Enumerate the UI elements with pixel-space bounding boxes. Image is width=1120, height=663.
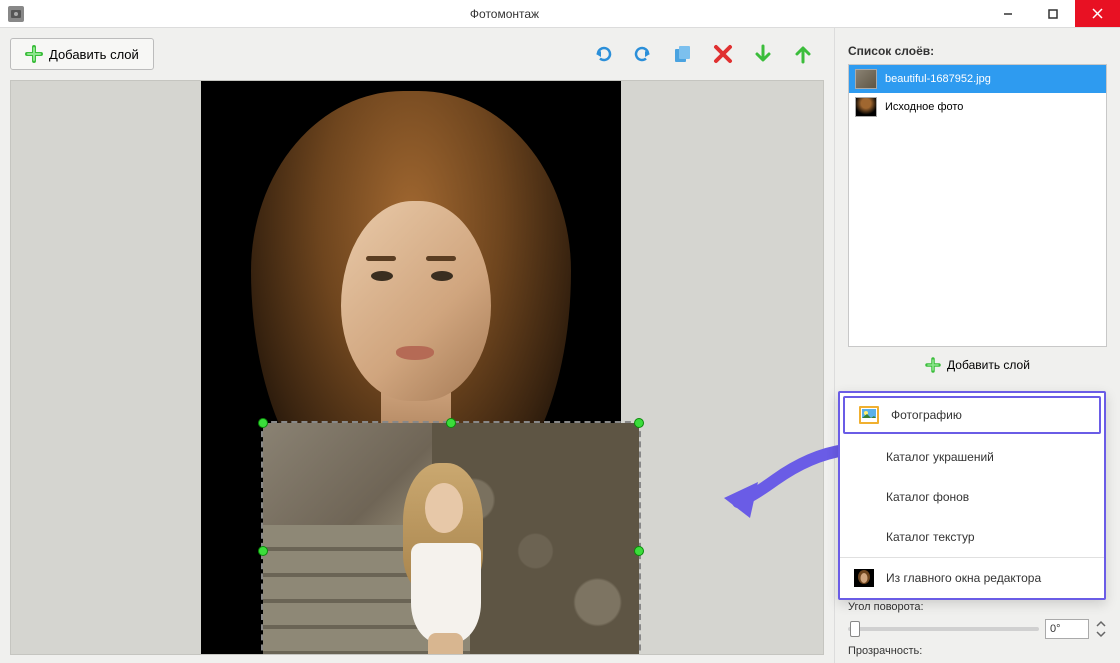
layer-item[interactable]: Исходное фото — [849, 93, 1106, 121]
redo-icon — [632, 43, 654, 65]
app-icon — [8, 6, 24, 22]
layer-down-button[interactable] — [750, 41, 776, 67]
resize-handle-ml[interactable] — [258, 546, 268, 556]
layers-title: Список слоёв: — [848, 44, 1107, 58]
menu-item-label: Фотографию — [891, 408, 962, 422]
spinner-icon[interactable] — [1095, 619, 1107, 639]
opacity-label: Прозрачность: — [848, 645, 933, 657]
selected-layer[interactable] — [261, 421, 641, 655]
menu-item-textures[interactable]: Каталог текстур — [840, 517, 1104, 557]
maximize-button[interactable] — [1030, 0, 1075, 27]
undo-button[interactable] — [590, 41, 616, 67]
window-title: Фотомонтаж — [24, 7, 985, 21]
minimize-button[interactable] — [985, 0, 1030, 27]
editor-panel: Добавить слой — [0, 28, 835, 663]
panel-add-layer-label: Добавить слой — [947, 358, 1030, 372]
layer-label: beautiful-1687952.jpg — [885, 73, 991, 85]
resize-handle-mr[interactable] — [634, 546, 644, 556]
menu-item-backgrounds[interactable]: Каталог фонов — [840, 477, 1104, 517]
menu-item-label: Каталог украшений — [886, 450, 994, 464]
title-bar: Фотомонтаж — [0, 0, 1120, 28]
plus-icon — [25, 45, 43, 63]
menu-item-decorations[interactable]: Каталог украшений — [840, 437, 1104, 477]
menu-item-label: Из главного окна редактора — [886, 571, 1041, 585]
resize-handle-tl[interactable] — [258, 418, 268, 428]
layer-thumbnail — [855, 69, 877, 89]
thumbnail-icon — [854, 569, 874, 587]
add-layer-label: Добавить слой — [49, 47, 139, 62]
plus-icon — [925, 357, 941, 373]
delete-button[interactable] — [710, 41, 736, 67]
redo-button[interactable] — [630, 41, 656, 67]
photo-icon — [859, 406, 879, 424]
layers-list[interactable]: beautiful-1687952.jpg Исходное фото — [848, 64, 1107, 347]
resize-handle-tr[interactable] — [634, 418, 644, 428]
annotation-arrow — [720, 440, 850, 530]
arrow-down-icon — [752, 43, 774, 65]
editor-toolbar: Добавить слой — [0, 28, 834, 80]
add-layer-menu: Фотографию Каталог украшений Каталог фон… — [838, 391, 1106, 600]
close-button[interactable] — [1075, 0, 1120, 27]
menu-item-label: Каталог текстур — [886, 530, 975, 544]
window-controls — [985, 0, 1120, 27]
menu-item-photo[interactable]: Фотографию — [843, 396, 1101, 434]
delete-icon — [712, 43, 734, 65]
canvas[interactable] — [10, 80, 824, 655]
add-layer-button[interactable]: Добавить слой — [10, 38, 154, 70]
copy-button[interactable] — [670, 41, 696, 67]
rotation-slider[interactable] — [848, 627, 1039, 631]
resize-handle-tc[interactable] — [446, 418, 456, 428]
menu-item-label: Каталог фонов — [886, 490, 969, 504]
panel-add-layer-button[interactable]: Добавить слой — [919, 353, 1036, 377]
layer-item[interactable]: beautiful-1687952.jpg — [849, 65, 1106, 93]
arrow-up-icon — [792, 43, 814, 65]
menu-item-from-editor[interactable]: Из главного окна редактора — [840, 558, 1104, 598]
rotation-value[interactable]: 0° — [1045, 619, 1089, 639]
undo-icon — [592, 43, 614, 65]
layer-properties: Угол поворота: 0° Прозрачность: — [848, 601, 1107, 663]
layer-label: Исходное фото — [885, 101, 963, 113]
layer-up-button[interactable] — [790, 41, 816, 67]
layer-thumbnail — [855, 97, 877, 117]
rotation-label: Угол поворота: — [848, 601, 933, 613]
copy-icon — [672, 43, 694, 65]
